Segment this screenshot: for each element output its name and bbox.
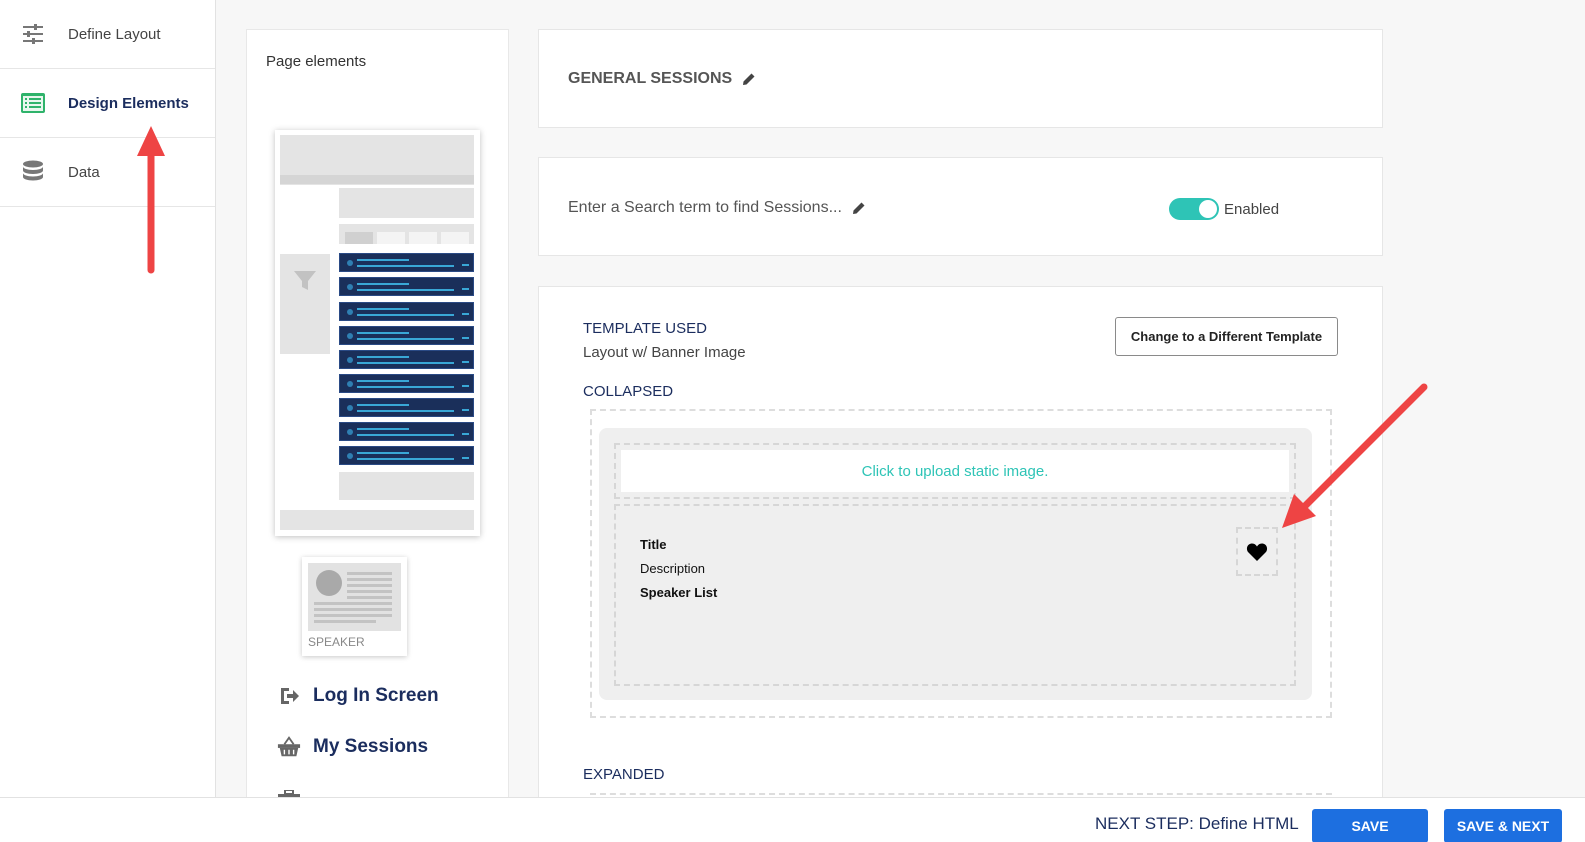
- pencil-icon[interactable]: [852, 201, 866, 215]
- upload-image-button[interactable]: Click to upload static image.: [621, 450, 1289, 492]
- banner-image-slot: Click to upload static image.: [614, 443, 1296, 499]
- collapsed-template-preview: Click to upload static image. Title Desc…: [599, 428, 1312, 700]
- thumb-tabs-block: [339, 224, 474, 244]
- sidebar-item-label: Define Layout: [68, 25, 161, 43]
- sidebar-item-label: Design Elements: [68, 94, 189, 112]
- thumb-session-row: [339, 326, 474, 345]
- log-in-screen-link[interactable]: Log In Screen: [277, 685, 439, 707]
- log-in-screen-label: Log In Screen: [313, 685, 439, 706]
- collapsed-label: COLLAPSED: [583, 383, 674, 400]
- panel-title: Page elements: [266, 53, 367, 70]
- footer-bar: NEXT STEP: Define HTML SAVE SAVE & NEXT: [0, 797, 1585, 842]
- speaker-list-field[interactable]: Speaker List: [640, 585, 717, 600]
- thumb-header-strip: [280, 175, 474, 184]
- thumb-session-row: [339, 302, 474, 321]
- pencil-icon[interactable]: [742, 72, 756, 86]
- database-icon: [20, 159, 46, 185]
- thumb-session-row: [339, 398, 474, 417]
- sidebar-item-design-elements[interactable]: Design Elements: [0, 69, 215, 138]
- thumb-session-row: [339, 422, 474, 441]
- thumb-session-row: [339, 350, 474, 369]
- sidebar-item-data[interactable]: Data: [0, 138, 215, 207]
- thumb-session-row: [339, 277, 474, 296]
- sliders-icon: [20, 21, 46, 47]
- toggle-knob: [1199, 200, 1217, 218]
- description-field[interactable]: Description: [640, 561, 705, 576]
- speaker-label: SPEAKER: [308, 635, 365, 649]
- search-settings-card: Enter a Search term to find Sessions... …: [538, 157, 1383, 256]
- save-and-next-button[interactable]: SAVE & NEXT: [1444, 809, 1562, 842]
- sidebar-item-define-layout[interactable]: Define Layout: [0, 0, 215, 69]
- general-sessions-title-row: GENERAL SESSIONS: [568, 70, 756, 88]
- my-sessions-link[interactable]: My Sessions: [277, 735, 428, 759]
- save-button[interactable]: SAVE: [1312, 809, 1428, 842]
- general-sessions-title: GENERAL SESSIONS: [568, 70, 733, 87]
- template-card: TEMPLATE USED Layout w/ Banner Image Cha…: [538, 286, 1383, 842]
- general-sessions-card: GENERAL SESSIONS: [538, 29, 1383, 128]
- sidebar-item-label: Data: [68, 163, 100, 181]
- session-content-slot: Title Description Speaker List: [614, 504, 1296, 686]
- thumb-session-row: [339, 446, 474, 465]
- search-enabled-toggle[interactable]: [1169, 198, 1219, 220]
- my-sessions-label: My Sessions: [313, 736, 429, 757]
- filter-icon: [294, 271, 316, 290]
- thumb-footer-block: [339, 472, 474, 500]
- toggle-label: Enabled: [1224, 200, 1280, 218]
- change-template-button[interactable]: Change to a Different Template: [1115, 317, 1338, 356]
- thumb-session-row: [339, 253, 474, 272]
- favorite-slot[interactable]: [1236, 527, 1278, 576]
- thumb-search-block: [339, 188, 474, 218]
- list-card-icon: [20, 90, 46, 116]
- search-placeholder-text: Enter a Search term to find Sessions...: [568, 199, 842, 216]
- page-elements-panel: Page elements SPEAKER Log In Screen My S…: [246, 29, 509, 819]
- template-used-label: TEMPLATE USED: [583, 320, 707, 337]
- title-field[interactable]: Title: [640, 537, 667, 552]
- thumb-page-footer: [280, 510, 474, 530]
- search-toggle-row: Enabled: [1169, 198, 1279, 220]
- layout-thumbnail[interactable]: [275, 130, 480, 536]
- speaker-thumbnail: [308, 563, 401, 631]
- thumb-filter-block: [280, 254, 330, 354]
- basket-icon: [277, 735, 301, 759]
- speaker-element-card[interactable]: SPEAKER: [302, 557, 407, 656]
- login-icon: [277, 686, 301, 706]
- left-sidebar: Define Layout Design Elements Data: [0, 0, 216, 842]
- collapsed-template-frame: Click to upload static image. Title Desc…: [590, 409, 1332, 718]
- thumb-session-row: [339, 374, 474, 393]
- next-step-label: NEXT STEP: Define HTML: [1095, 814, 1299, 833]
- search-placeholder-row: Enter a Search term to find Sessions...: [568, 199, 866, 217]
- template-used-value: Layout w/ Banner Image: [583, 344, 746, 361]
- expanded-label: EXPANDED: [583, 766, 665, 783]
- heart-icon: [1246, 542, 1268, 561]
